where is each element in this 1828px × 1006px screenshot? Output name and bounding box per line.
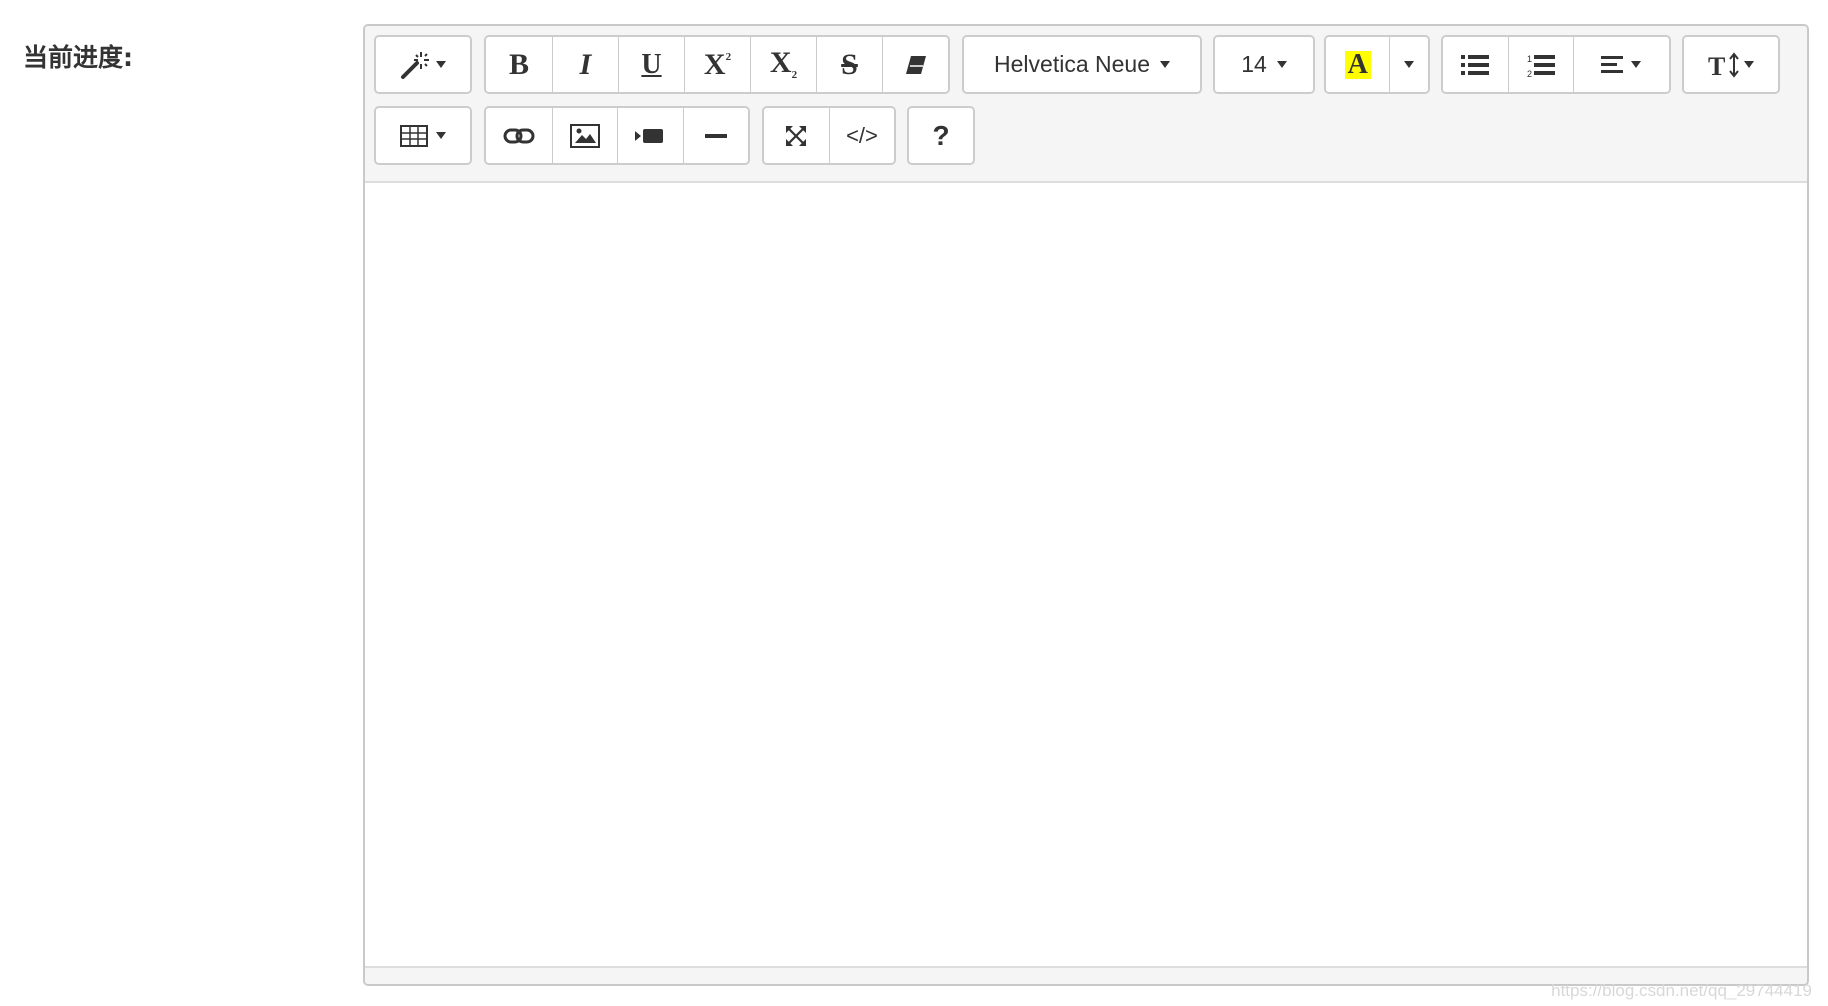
horizontal-rule-button[interactable]: [682, 108, 748, 163]
editor-toolbar: B I U X2 X2 S Helvetica Neue 14 A 1 2 T …: [365, 26, 1807, 183]
help-group: ?: [907, 106, 975, 165]
superscript-icon: X2: [703, 47, 732, 81]
highlight-letter-icon: A: [1344, 50, 1371, 79]
link-icon: [503, 128, 535, 143]
table-group: [374, 106, 472, 165]
help-button[interactable]: ?: [909, 108, 973, 163]
eraser-icon: [905, 55, 926, 74]
code-icon: </>: [846, 122, 878, 148]
italic-icon: I: [579, 47, 592, 81]
strikethrough-button[interactable]: S: [816, 37, 882, 92]
highlight-color-button[interactable]: A: [1326, 37, 1390, 92]
editor-content-area[interactable]: [365, 183, 1807, 970]
paragraph-align-dropdown[interactable]: [1572, 37, 1669, 92]
table-icon: [400, 124, 428, 147]
chevron-down-icon: [1744, 61, 1754, 68]
watermark: https://blog.csdn.net/qq_29744419: [1551, 981, 1812, 1000]
font-size-dropdown[interactable]: 14: [1215, 37, 1313, 92]
color-dropdown-button[interactable]: [1389, 37, 1428, 92]
chevron-down-icon: [1276, 61, 1287, 68]
unordered-list-button[interactable]: [1443, 37, 1508, 92]
color-group: A: [1324, 35, 1430, 94]
svg-text:2: 2: [1527, 69, 1532, 78]
chevron-down-icon: [1404, 61, 1415, 68]
view-group: </>: [762, 106, 896, 165]
chevron-down-icon: [1159, 61, 1170, 68]
rich-text-editor: B I U X2 X2 S Helvetica Neue 14 A 1 2 T …: [363, 24, 1809, 986]
font-size-group: 14: [1213, 35, 1315, 94]
chevron-down-icon: [436, 61, 446, 68]
text-height-icon: T: [1708, 52, 1739, 78]
video-icon: [635, 128, 664, 143]
field-label: 当前进度:: [23, 43, 133, 72]
chevron-down-icon: [436, 132, 446, 139]
question-icon: ?: [932, 119, 950, 151]
subscript-button[interactable]: X2: [750, 37, 816, 92]
font-style-group: B I U X2 X2 S: [484, 35, 950, 94]
bold-icon: B: [508, 47, 529, 81]
font-name-group: Helvetica Neue: [962, 35, 1202, 94]
unordered-list-icon: [1461, 54, 1490, 75]
clear-format-button[interactable]: [882, 37, 948, 92]
table-dropdown[interactable]: [376, 108, 470, 163]
ordered-list-icon: 1 2: [1527, 54, 1555, 78]
video-button[interactable]: [617, 108, 683, 163]
chevron-down-icon: [1631, 61, 1642, 68]
horizontal-rule-icon: [704, 133, 727, 138]
italic-button[interactable]: I: [552, 37, 618, 92]
font-name-dropdown[interactable]: Helvetica Neue: [964, 37, 1200, 92]
page: 当前进度: B I U X2 X2 S Helvetica Neue 14 A …: [0, 0, 1828, 1006]
link-button[interactable]: [486, 108, 552, 163]
font-size-value: 14: [1241, 51, 1267, 77]
underline-icon: U: [641, 48, 662, 80]
font-name-value: Helvetica Neue: [994, 51, 1150, 77]
underline-button[interactable]: U: [618, 37, 684, 92]
code-view-button[interactable]: </>: [828, 108, 894, 163]
style-group: [374, 35, 472, 94]
strikethrough-icon: S: [841, 47, 858, 81]
insert-group: [484, 106, 750, 165]
superscript-button[interactable]: X2: [684, 37, 750, 92]
bold-button[interactable]: B: [486, 37, 552, 92]
magic-wand-icon: [401, 51, 429, 79]
subscript-icon: X2: [769, 46, 798, 81]
picture-button[interactable]: [551, 108, 617, 163]
align-left-icon: [1601, 55, 1624, 73]
svg-text:T: T: [1708, 52, 1725, 78]
style-button[interactable]: [376, 37, 470, 92]
line-height-dropdown[interactable]: T: [1684, 37, 1778, 92]
ordered-list-button[interactable]: 1 2: [1507, 37, 1573, 92]
picture-icon: [569, 123, 600, 148]
svg-text:1: 1: [1527, 54, 1532, 64]
fullscreen-icon: [786, 125, 807, 146]
height-group: T: [1682, 35, 1780, 94]
fullscreen-button[interactable]: [764, 108, 829, 163]
paragraph-group: 1 2: [1441, 35, 1671, 94]
